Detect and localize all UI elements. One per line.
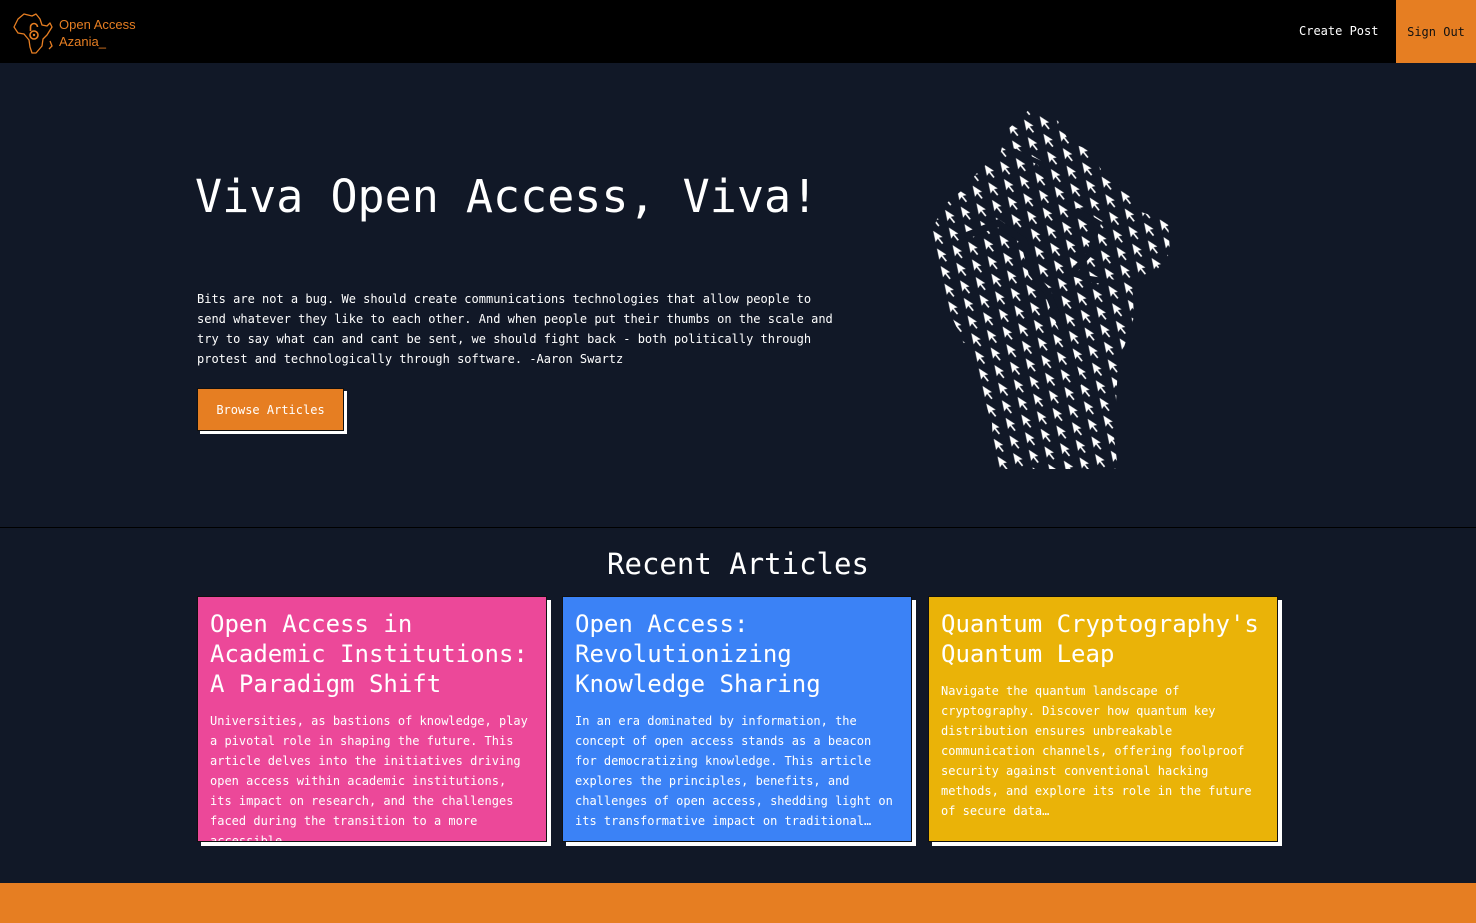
brand-line-2: Azania_: [59, 34, 106, 49]
sign-out-button[interactable]: Sign Out: [1396, 0, 1476, 63]
brand-name[interactable]: Open Access Azania_: [59, 16, 136, 50]
article-excerpt: Universities, as bastions of knowledge, …: [210, 714, 528, 842]
article-excerpt: In an era dominated by information, the …: [575, 714, 893, 828]
article-excerpt: Navigate the quantum landscape of crypto…: [941, 684, 1252, 818]
africa-open-access-logo-icon[interactable]: [12, 11, 56, 55]
create-post-link[interactable]: Create Post: [1299, 24, 1378, 38]
browse-articles-button[interactable]: Browse Articles: [197, 388, 344, 431]
article-card[interactable]: Open Access in Academic Institutions: A …: [197, 596, 547, 842]
footer-bar: [0, 883, 1476, 923]
article-card[interactable]: Open Access: Revolutionizing Knowledge S…: [562, 596, 912, 842]
navbar: Open Access Azania_ Create Post Sign Out: [0, 0, 1476, 63]
hero-section: Viva Open Access, Viva! Bits are not a b…: [0, 63, 1476, 528]
raised-fist-of-cursors-icon: [928, 107, 1170, 469]
recent-articles-heading: Recent Articles: [607, 547, 869, 581]
article-title[interactable]: Quantum Cryptography's Quantum Leap: [941, 609, 1265, 669]
article-title[interactable]: Open Access in Academic Institutions: A …: [210, 609, 534, 699]
brand-line-1: Open Access: [59, 17, 136, 32]
hero-quote: Bits are not a bug. We should create com…: [197, 292, 833, 366]
article-card[interactable]: Quantum Cryptography's Quantum Leap Navi…: [928, 596, 1278, 842]
article-title[interactable]: Open Access: Revolutionizing Knowledge S…: [575, 609, 899, 699]
hero-title: Viva Open Access, Viva!: [195, 170, 819, 223]
